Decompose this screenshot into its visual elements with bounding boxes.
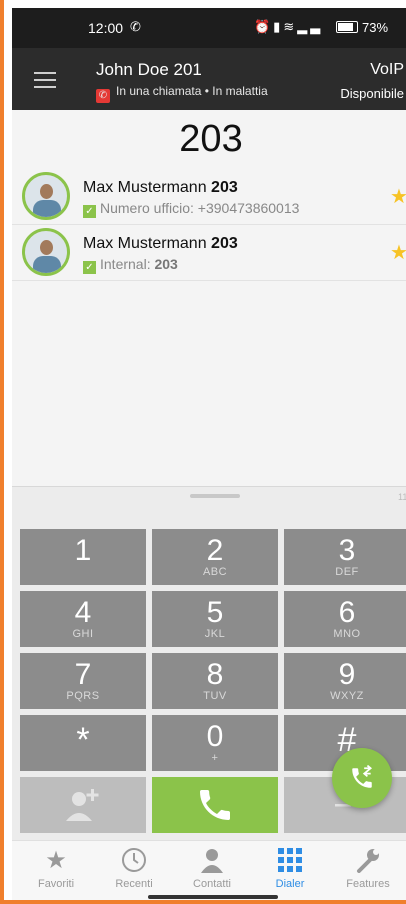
avatar bbox=[22, 228, 70, 276]
menu-icon[interactable] bbox=[34, 72, 56, 93]
key-8[interactable]: 8 TUV bbox=[152, 653, 278, 709]
check-icon: ✓ bbox=[83, 261, 96, 274]
add-contact-button[interactable] bbox=[20, 777, 146, 833]
in-call-icon: ✆ bbox=[96, 89, 110, 103]
check-icon: ✓ bbox=[83, 205, 96, 218]
star-icon: ★ bbox=[45, 847, 67, 874]
input-length: 11 bbox=[398, 492, 406, 502]
call-button[interactable] bbox=[152, 777, 278, 833]
key-7[interactable]: 7 PQRS bbox=[20, 653, 146, 709]
key-6[interactable]: 6 MNO bbox=[284, 591, 406, 647]
user-name: John Doe 201 bbox=[96, 60, 202, 79]
key-5[interactable]: 5 JKL bbox=[152, 591, 278, 647]
status-icons: ⏰▮≋▂▃ bbox=[254, 19, 324, 34]
favorite-star-icon[interactable]: ★ bbox=[390, 240, 406, 265]
clock-icon bbox=[94, 847, 174, 875]
phone-icon bbox=[200, 790, 230, 820]
contact-name: Max Mustermann 203 bbox=[83, 179, 238, 196]
status-bar: 12:00 ✆ ⏰▮≋▂▃ 73% bbox=[12, 8, 406, 48]
app-header: John Doe 201 ✆ In una chiamata • In malat… bbox=[12, 48, 406, 110]
key-9[interactable]: 9 WXYZ bbox=[284, 653, 406, 709]
tab-favoriti[interactable]: ★ Favoriti bbox=[16, 841, 96, 900]
battery-icon bbox=[336, 21, 358, 33]
transfer-call-button[interactable] bbox=[332, 748, 392, 808]
contact-name: Max Mustermann 203 bbox=[83, 235, 238, 252]
keypad-icon bbox=[250, 847, 330, 875]
avatar bbox=[22, 172, 70, 220]
user-status: ✆ In una chiamata • In malattia bbox=[96, 84, 268, 103]
key-0[interactable]: 0 + bbox=[152, 715, 278, 771]
contact-detail: ✓ Numero ufficio: +390473860013 bbox=[83, 200, 299, 218]
home-indicator[interactable] bbox=[148, 895, 278, 899]
battery-percent: 73% bbox=[362, 20, 389, 35]
key-2[interactable]: 2 ABC bbox=[152, 529, 278, 585]
screen: 12:00 ✆ ⏰▮≋▂▃ 73% John Doe 201 ✆ In una c… bbox=[12, 8, 406, 900]
contact-detail: ✓ Internal: 203 bbox=[83, 256, 178, 274]
favorite-star-icon[interactable]: ★ bbox=[390, 184, 406, 209]
wifi-call-icon: ✆ bbox=[130, 19, 141, 34]
key-1[interactable]: 1 bbox=[20, 529, 146, 585]
key-star[interactable]: * bbox=[20, 715, 146, 771]
status-time: 12:00 bbox=[88, 20, 124, 36]
contact-suggestion[interactable]: Max Mustermann 203 ✓ Numero ufficio: +390… bbox=[12, 170, 406, 225]
availability-label[interactable]: Disponibile bbox=[340, 86, 404, 101]
tab-features[interactable]: Features bbox=[328, 841, 406, 900]
call-transfer-icon bbox=[352, 764, 373, 788]
user-status-text: In una chiamata • In malattia bbox=[116, 84, 268, 98]
dialed-number: 203 bbox=[179, 118, 243, 160]
person-icon bbox=[172, 847, 252, 875]
contact-suggestion[interactable]: Max Mustermann 203 ✓Internal: 203 ★ bbox=[12, 226, 406, 281]
key-4[interactable]: 4 GHI bbox=[20, 591, 146, 647]
app-frame: 12:00 ✆ ⏰▮≋▂▃ 73% John Doe 201 ✆ In una c… bbox=[0, 0, 406, 904]
service-label[interactable]: VoIP bbox=[370, 61, 404, 79]
wrench-icon bbox=[328, 847, 406, 875]
add-person-icon bbox=[66, 789, 99, 821]
key-3[interactable]: 3 DEF bbox=[284, 529, 406, 585]
drag-handle[interactable] bbox=[190, 494, 240, 498]
